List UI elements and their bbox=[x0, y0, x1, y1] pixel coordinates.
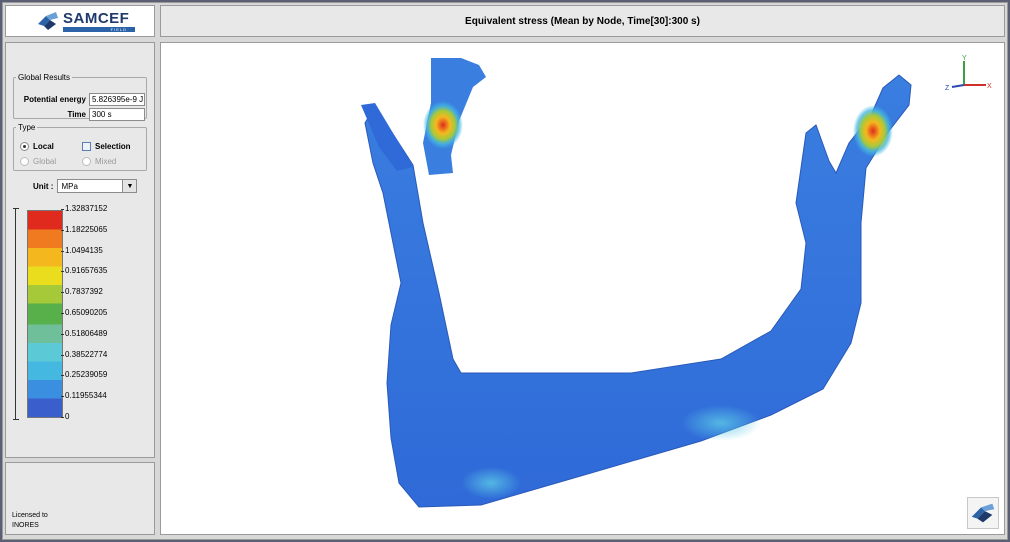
unit-select[interactable]: MPa ▼ bbox=[57, 179, 138, 193]
potential-energy-field[interactable]: 5.826395e-9 J bbox=[89, 93, 145, 106]
checkbox-icon bbox=[82, 142, 91, 151]
axis-z-label: Z bbox=[945, 85, 950, 92]
global-results-legend: Global Results bbox=[18, 73, 71, 82]
3d-viewport[interactable]: Y X Z bbox=[160, 42, 1005, 535]
legend-range-bracket bbox=[13, 208, 21, 420]
license-holder: INORES bbox=[12, 522, 39, 529]
potential-energy-label: Potential energy bbox=[23, 95, 86, 104]
legend-tick-label: 0.11955344 bbox=[61, 391, 107, 401]
mandible-stress-model[interactable] bbox=[161, 43, 1005, 535]
legend-tick-label: 1.18225065 bbox=[60, 224, 108, 234]
samcef-corner-logo-icon[interactable] bbox=[967, 497, 999, 529]
type-selection-checkbox[interactable]: Selection bbox=[82, 142, 131, 151]
legend-tick-label: 0.65090205 bbox=[60, 308, 108, 317]
type-global-radio[interactable]: Global bbox=[20, 157, 56, 166]
type-legend: Type bbox=[18, 123, 36, 132]
results-panel: Global Results Potential energy 5.826395… bbox=[5, 42, 155, 458]
type-selection-label: Selection bbox=[95, 142, 131, 151]
axis-y-label: Y bbox=[962, 55, 967, 62]
type-global-label: Global bbox=[33, 157, 57, 166]
radio-icon bbox=[82, 157, 91, 166]
axis-triad-icon: Y X Z bbox=[945, 55, 992, 92]
legend-tick-label: 0.38522774 bbox=[60, 349, 108, 359]
unit-select-value: MPa bbox=[61, 182, 78, 191]
unit-label: Unit : bbox=[33, 181, 54, 191]
type-mixed-label: Mixed bbox=[95, 157, 117, 166]
viewport-title: Equivalent stress (Mean by Node, Time[30… bbox=[160, 5, 1005, 37]
legend-tick-label: 1.0494135 bbox=[61, 245, 103, 255]
radio-icon bbox=[20, 157, 29, 166]
color-scale-bar bbox=[27, 210, 63, 418]
axis-x-label: X bbox=[987, 83, 992, 90]
chevron-down-icon[interactable]: ▼ bbox=[122, 180, 137, 192]
type-local-label: Local bbox=[33, 142, 54, 151]
legend-tick-label: 0.7837392 bbox=[61, 287, 103, 297]
license-panel: Licensed to INORES bbox=[5, 462, 155, 535]
type-local-radio[interactable]: Local bbox=[20, 142, 54, 151]
time-label: Time bbox=[67, 110, 86, 119]
legend-tick-label: 0.51806489 bbox=[60, 328, 108, 338]
legend-tick-label: 1.32837152 bbox=[60, 204, 108, 213]
radio-selected-icon bbox=[20, 142, 29, 151]
brand-name: SAMCEF bbox=[63, 9, 130, 27]
brand-subtitle: FIELD bbox=[63, 26, 135, 32]
legend-tick-label: 0.25239059 bbox=[60, 370, 108, 380]
type-mixed-radio[interactable]: Mixed bbox=[82, 157, 116, 166]
legend-tick-label: 0.91657635 bbox=[60, 266, 108, 276]
brand-logo-panel: SAMCEF FIELD bbox=[5, 5, 155, 37]
license-label: Licensed to bbox=[12, 512, 48, 519]
time-field[interactable]: 300 s bbox=[89, 108, 145, 121]
legend-tick-label: 0 bbox=[60, 412, 70, 421]
samcef-logo-icon bbox=[38, 12, 58, 30]
